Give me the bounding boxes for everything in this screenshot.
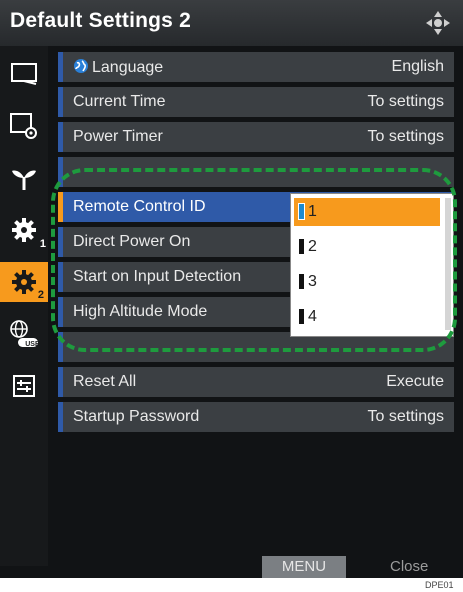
highlight-frame [51,168,457,352]
sidebar-item-settings-1[interactable]: 1 [6,212,46,250]
row-value: English [391,58,444,75]
row-indicator [58,52,63,82]
row-value: Execute [386,373,444,390]
row-indicator [58,122,63,152]
row-label: Startup Password [73,408,200,425]
sidebar-item-eco[interactable] [6,160,42,196]
row-label: Current Time [73,93,166,110]
footer: MENU Close [0,556,463,578]
row-indicator [58,402,63,432]
setting-row-power-timer[interactable]: Power Timer To settings [58,122,454,152]
row-label: Language [92,59,164,76]
display-settings-icon [10,113,37,139]
setting-row-current-time[interactable]: Current Time To settings [58,87,454,117]
sidebar-item-display[interactable] [6,56,42,92]
gear-icon [12,270,36,294]
globe-icon [74,59,88,73]
row-indicator [58,367,63,397]
setting-row-reset-all[interactable]: Reset All Execute [58,367,454,397]
sidebar-item-control-panel[interactable] [6,368,42,404]
row-label: Reset All [73,373,137,390]
display-icon [11,63,37,85]
settings-screen: Default Settings 2 1 2 USB Language Engl… [0,0,463,578]
sidebar-item-network-usb[interactable]: USB [6,316,42,352]
row-label: Power Timer [73,128,163,145]
row-value: To settings [367,128,444,145]
title-bar: Default Settings 2 [0,0,463,46]
row-label-wrap: Language [73,58,163,77]
sidebar-item-display-settings[interactable] [6,108,42,144]
eco-plant-icon [12,170,36,190]
usb-label: USB [25,341,40,348]
setting-row-language[interactable]: Language English [58,52,454,82]
menu-button[interactable]: MENU [262,556,346,578]
gear-icon [12,218,36,242]
sidebar: 1 2 USB [0,46,48,566]
settings-number: 2 [37,289,44,301]
sidebar-item-settings-2[interactable]: 2 [0,262,48,302]
page-title: Default Settings 2 [10,9,191,32]
navigation-arrows-icon [425,10,451,36]
close-button[interactable]: Close [390,558,428,575]
control-panel-icon [13,375,35,397]
figure-code: DPE01 [425,580,454,590]
row-value: To settings [367,408,444,425]
settings-number: 1 [39,238,46,250]
setting-row-startup-password[interactable]: Startup Password To settings [58,402,454,432]
row-value: To settings [367,93,444,110]
row-indicator [58,87,63,117]
